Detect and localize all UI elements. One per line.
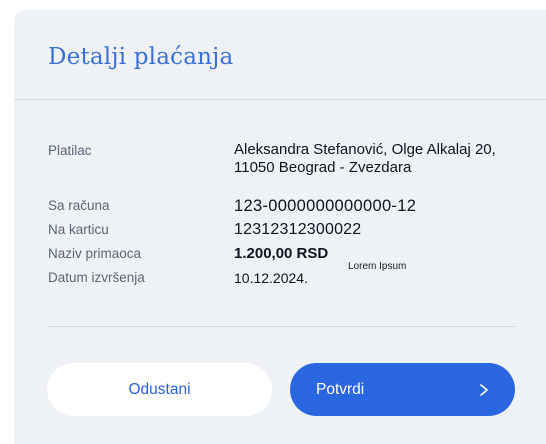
dialog-title: Detalji plaćanja [48,44,234,70]
confirm-button[interactable]: Potvrdi [290,363,515,416]
payer-value-line-1: Aleksandra Stefanović, Olge Alkalaj 20, [234,141,496,158]
card-label: Na karticu [48,222,109,237]
payer-value: Aleksandra Stefanović, Olge Alkalaj 20, … [234,141,528,197]
detail-row-payer: Platilac Aleksandra Stefanović, Olge Alk… [48,141,528,197]
date-value: 10.12.2024. [234,270,308,286]
payment-details-dialog: Detalji plaćanja Platilac Aleksandra Ste… [14,10,546,444]
account-label: Sa računa [48,198,110,213]
confirm-button-label: Potvrdi [316,380,365,398]
cancel-button[interactable]: Odustani [47,363,272,416]
detail-row-date: Datum izvršenja 10.12.2024. Lorem Ipsum [48,261,528,293]
detail-row-recipient: Naziv primaoca 1.200,00 RSD [48,245,528,269]
payment-details-list: Platilac Aleksandra Stefanović, Olge Alk… [48,141,528,293]
card-value: 12312312300022 [234,221,362,238]
section-divider [48,326,515,327]
payer-label: Platilac [48,143,92,158]
date-note: Lorem Ipsum [348,261,407,272]
chevron-right-icon [480,383,488,396]
date-label: Datum izvršenja [48,270,145,285]
dialog-header: Detalji plaćanja [14,10,546,100]
detail-row-account: Sa računa 123-0000000000000-12 [48,197,528,221]
recipient-label: Naziv primaoca [48,246,142,261]
account-value: 123-0000000000000-12 [234,197,417,215]
payer-value-line-2: 11050 Beograd - Zvezdara [234,159,412,176]
detail-row-card: Na karticu 12312312300022 [48,221,528,245]
